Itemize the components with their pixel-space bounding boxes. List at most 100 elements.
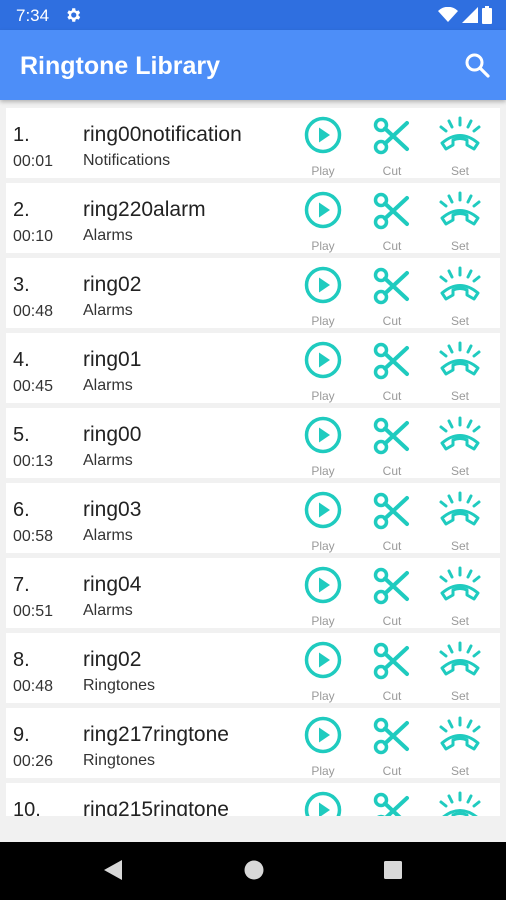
signal-icon bbox=[462, 7, 478, 23]
cut-button[interactable]: Cut bbox=[364, 258, 420, 328]
play-button[interactable]: Play bbox=[295, 408, 351, 478]
phone-ring-icon bbox=[439, 566, 481, 601]
play-button[interactable]: Play bbox=[295, 633, 351, 703]
track-name: ring220alarm bbox=[83, 198, 206, 221]
set-button[interactable]: Set bbox=[432, 483, 488, 553]
set-button[interactable]: Set bbox=[432, 708, 488, 778]
set-label: Set bbox=[450, 389, 469, 403]
track-category: Alarms bbox=[83, 377, 133, 394]
set-label: Set bbox=[450, 539, 469, 553]
cut-button[interactable]: Cut bbox=[364, 558, 420, 628]
back-icon[interactable] bbox=[102, 858, 124, 882]
list-item[interactable]: 2. 00:10 ring220alarm Alarms Play Cut Set bbox=[6, 183, 500, 253]
play-icon bbox=[304, 791, 342, 816]
cut-button[interactable]: Cut bbox=[364, 483, 420, 553]
track-category: Alarms bbox=[83, 452, 133, 469]
list-item[interactable]: 4. 00:45 ring01 Alarms Play Cut Set bbox=[6, 333, 500, 403]
play-icon bbox=[304, 416, 342, 454]
cut-button[interactable]: Cut bbox=[364, 633, 420, 703]
cut-button[interactable]: Cut bbox=[364, 783, 420, 816]
recents-icon[interactable] bbox=[382, 858, 404, 882]
play-icon bbox=[304, 191, 342, 229]
track-number: 9. bbox=[13, 724, 30, 746]
play-button[interactable]: Play bbox=[295, 783, 351, 816]
phone-ring-icon bbox=[439, 716, 481, 751]
play-button[interactable]: Play bbox=[295, 483, 351, 553]
set-label: Set bbox=[450, 164, 469, 178]
set-label: Set bbox=[450, 239, 469, 253]
scissors-icon bbox=[373, 792, 409, 816]
track-name: ring03 bbox=[83, 498, 142, 521]
play-button[interactable]: Play bbox=[295, 558, 351, 628]
list-item[interactable]: 10. ring215ringtone Play Cut Set bbox=[6, 783, 500, 816]
track-number: 3. bbox=[13, 274, 30, 296]
play-label: Play bbox=[311, 314, 335, 328]
cut-label: Cut bbox=[382, 389, 402, 403]
scissors-icon bbox=[373, 642, 409, 680]
cut-label: Cut bbox=[382, 239, 402, 253]
set-button[interactable]: Set bbox=[432, 258, 488, 328]
set-button[interactable]: Set bbox=[432, 108, 488, 178]
track-duration: 00:48 bbox=[13, 303, 54, 320]
list-item[interactable]: 7. 00:51 ring04 Alarms Play Cut Set bbox=[6, 558, 500, 628]
set-button[interactable]: Set bbox=[432, 633, 488, 703]
status-icons bbox=[438, 6, 492, 24]
cut-label: Cut bbox=[382, 614, 402, 628]
list-item[interactable]: 5. 00:13 ring00 Alarms Play Cut Set bbox=[6, 408, 500, 478]
track-number: 5. bbox=[13, 424, 30, 446]
list-item[interactable]: 1. 00:01 ring00notification Notifications Pl… bbox=[6, 108, 500, 178]
cut-button[interactable]: Cut bbox=[364, 333, 420, 403]
search-icon[interactable] bbox=[462, 50, 492, 80]
list-item[interactable]: 9. 00:26 ring217ringtone Ringtones Play Cut Se… bbox=[6, 708, 500, 778]
set-button[interactable]: Set bbox=[432, 333, 488, 403]
play-label: Play bbox=[311, 464, 335, 478]
track-duration: 00:51 bbox=[13, 603, 54, 620]
track-category: Alarms bbox=[83, 527, 133, 544]
cut-button[interactable]: Cut bbox=[364, 183, 420, 253]
cut-button[interactable]: Cut bbox=[364, 708, 420, 778]
track-name: ring01 bbox=[83, 348, 142, 371]
status-bar: 7:34 bbox=[0, 0, 506, 30]
cut-label: Cut bbox=[382, 539, 402, 553]
play-icon bbox=[304, 341, 342, 379]
cut-label: Cut bbox=[382, 764, 402, 778]
app-bar: Ringtone Library bbox=[0, 30, 506, 100]
play-icon bbox=[304, 716, 342, 754]
set-label: Set bbox=[450, 764, 469, 778]
phone-ring-icon bbox=[439, 491, 481, 526]
phone-ring-icon bbox=[439, 341, 481, 376]
scissors-icon bbox=[373, 192, 409, 230]
play-icon bbox=[304, 266, 342, 304]
set-button[interactable]: Set bbox=[432, 183, 488, 253]
list-item[interactable]: 8. 00:48 ring02 Ringtones Play Cut Set bbox=[6, 633, 500, 703]
play-button[interactable]: Play bbox=[295, 333, 351, 403]
cut-button[interactable]: Cut bbox=[364, 108, 420, 178]
navigation-bar bbox=[0, 842, 506, 900]
play-button[interactable]: Play bbox=[295, 183, 351, 253]
play-button[interactable]: Play bbox=[295, 258, 351, 328]
set-button[interactable]: Set bbox=[432, 408, 488, 478]
track-name: ring00notification bbox=[83, 123, 242, 146]
track-number: 8. bbox=[13, 649, 30, 671]
list-item[interactable]: 3. 00:48 ring02 Alarms Play Cut Set bbox=[6, 258, 500, 328]
set-button[interactable]: Set bbox=[432, 558, 488, 628]
track-duration: 00:10 bbox=[13, 228, 54, 245]
play-button[interactable]: Play bbox=[295, 108, 351, 178]
track-number: 6. bbox=[13, 499, 30, 521]
play-label: Play bbox=[311, 764, 335, 778]
track-number: 10. bbox=[13, 799, 41, 816]
home-icon[interactable] bbox=[243, 858, 265, 882]
phone-ring-icon bbox=[439, 266, 481, 301]
set-button[interactable]: Set bbox=[432, 783, 488, 816]
scissors-icon bbox=[373, 267, 409, 305]
cut-button[interactable]: Cut bbox=[364, 408, 420, 478]
play-button[interactable]: Play bbox=[295, 708, 351, 778]
scissors-icon bbox=[373, 342, 409, 380]
list-item[interactable]: 6. 00:58 ring03 Alarms Play Cut Set bbox=[6, 483, 500, 553]
track-name: ring00 bbox=[83, 423, 142, 446]
ringtone-list[interactable]: 1. 00:01 ring00notification Notifications Pl… bbox=[0, 100, 506, 816]
page-title: Ringtone Library bbox=[20, 52, 221, 80]
scissors-icon bbox=[373, 417, 409, 455]
track-duration: 00:45 bbox=[13, 378, 54, 395]
track-duration: 00:01 bbox=[13, 153, 54, 170]
